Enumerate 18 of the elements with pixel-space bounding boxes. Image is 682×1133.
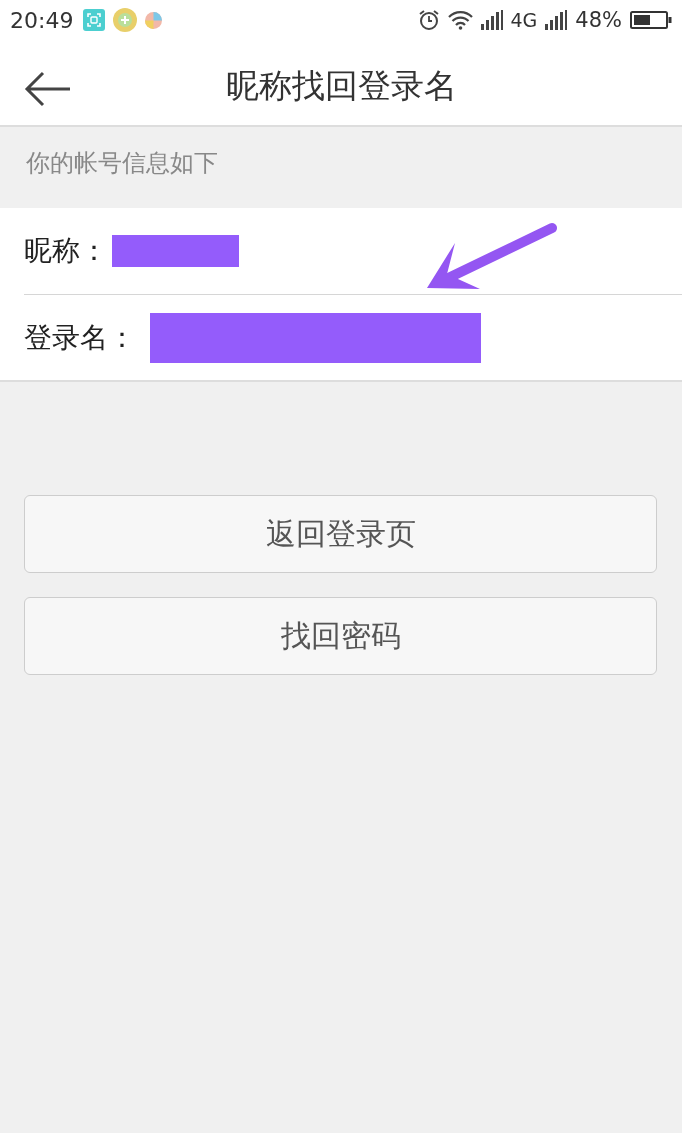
action-button[interactable]: 返回登录页 <box>24 495 657 573</box>
network-type: 4G <box>510 9 538 31</box>
field-label: 昵称： <box>24 233 108 269</box>
page-title: 昵称找回登录名 <box>225 65 457 107</box>
section-heading: 你的帐号信息如下 <box>26 149 218 177</box>
colorful-app-icon <box>145 11 163 29</box>
battery-icon <box>630 11 672 29</box>
signal-icon <box>545 10 568 30</box>
action-button[interactable]: 找回密码 <box>24 597 657 675</box>
screenshot-app-icon <box>83 9 106 31</box>
field-label: 登录名： <box>24 319 136 356</box>
wifi-icon <box>447 10 473 30</box>
plus-circle-icon <box>113 8 138 32</box>
back-arrow-icon[interactable] <box>24 71 72 107</box>
alarm-icon <box>417 9 440 31</box>
status-time: 20:49 <box>10 7 74 33</box>
battery-percent: 48% <box>575 8 622 32</box>
signal-icon <box>480 10 503 30</box>
